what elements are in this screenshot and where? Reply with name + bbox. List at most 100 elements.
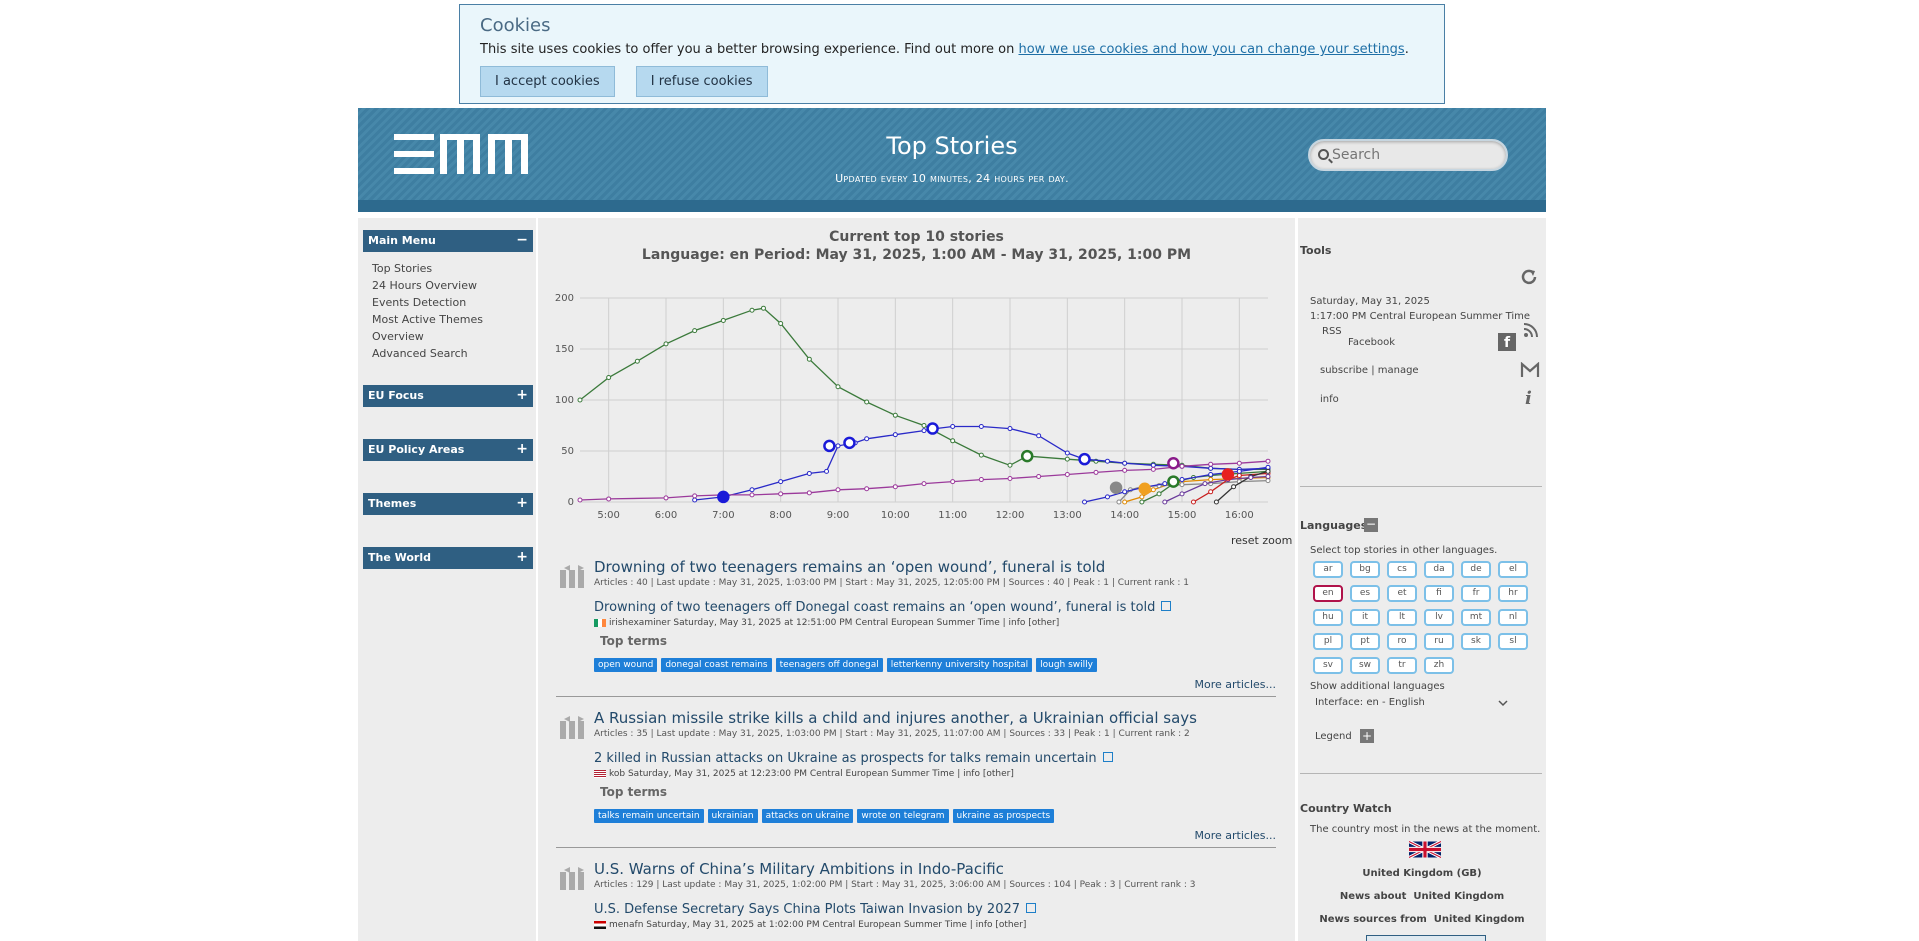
external-link-icon[interactable]	[1026, 903, 1037, 913]
expand-icon[interactable]: +	[1360, 729, 1374, 743]
story-title[interactable]: Drowning of two teenagers remains an ‘op…	[594, 558, 1105, 576]
language-option-et[interactable]: et	[1387, 585, 1417, 602]
language-option-de[interactable]: de	[1461, 561, 1491, 578]
language-option-sv[interactable]: sv	[1313, 657, 1343, 674]
facebook-icon[interactable]: f	[1498, 333, 1516, 351]
language-option-lt[interactable]: lt	[1387, 609, 1417, 626]
story-article-link[interactable]: 2 killed in Russian attacks on Ukraine a…	[594, 751, 1113, 766]
rss-icon[interactable]	[1523, 322, 1539, 338]
series-point	[1265, 474, 1271, 479]
story-cluster-icon[interactable]	[560, 715, 588, 739]
separator: |	[1371, 365, 1375, 376]
story-title[interactable]: U.S. Warns of China’s Military Ambitions…	[594, 860, 1004, 878]
collapse-icon[interactable]: −	[516, 232, 528, 248]
expand-icon[interactable]: +	[516, 441, 528, 457]
info-icon[interactable]: i	[1525, 388, 1532, 409]
story-article-link[interactable]: Drowning of two teenagers off Donegal co…	[594, 600, 1172, 615]
show-additional-languages[interactable]: Show additional languages	[1310, 681, 1445, 692]
language-option-pl[interactable]: pl	[1313, 633, 1343, 650]
interface-language[interactable]: Interface: en - English	[1315, 697, 1425, 708]
language-option-nl[interactable]: nl	[1498, 609, 1528, 626]
facebook-link[interactable]: Facebook	[1348, 337, 1395, 348]
language-option-bg[interactable]: bg	[1350, 561, 1380, 578]
term-tag[interactable]: donegal coast remains	[661, 658, 772, 672]
term-tag[interactable]: wrote on telegram	[857, 809, 949, 823]
language-option-ar[interactable]: ar	[1313, 561, 1343, 578]
language-option-it[interactable]: it	[1350, 609, 1380, 626]
language-option-ro[interactable]: ro	[1387, 633, 1417, 650]
eu-policy-areas-header[interactable]: EU Policy Areas +	[363, 439, 533, 461]
story-marker	[1109, 481, 1123, 494]
term-tag[interactable]: ukraine as prospects	[952, 809, 1055, 823]
manage-link[interactable]: manage	[1378, 365, 1419, 376]
language-option-cs[interactable]: cs	[1387, 561, 1417, 578]
themes-header[interactable]: Themes +	[363, 493, 533, 515]
refuse-cookies-button[interactable]: I refuse cookies	[635, 66, 768, 97]
story-article-title[interactable]: Drowning of two teenagers off Donegal co…	[594, 600, 1155, 615]
expand-icon[interactable]: +	[516, 549, 528, 565]
news-about-country-link[interactable]: United Kingdom	[1413, 891, 1504, 902]
the-world-header[interactable]: The World +	[363, 547, 533, 569]
expand-icon[interactable]: +	[516, 495, 528, 511]
menu-item-most-active-themes[interactable]: Most Active Themes	[372, 311, 483, 328]
language-option-zh[interactable]: zh	[1424, 657, 1454, 674]
language-option-fr[interactable]: fr	[1461, 585, 1491, 602]
term-tag[interactable]: attacks on ukraine	[761, 809, 854, 823]
country-map[interactable]	[1366, 935, 1486, 941]
menu-item-advanced-search[interactable]: Advanced Search	[372, 345, 483, 362]
language-option-lv[interactable]: lv	[1424, 609, 1454, 626]
language-option-en[interactable]: en	[1313, 585, 1343, 602]
external-link-icon[interactable]	[1161, 601, 1172, 611]
language-option-pt[interactable]: pt	[1350, 633, 1380, 650]
reset-zoom-button[interactable]: reset zoom	[1231, 534, 1292, 547]
term-tag[interactable]: lough swilly	[1036, 658, 1097, 672]
language-option-sl[interactable]: sl	[1498, 633, 1528, 650]
more-articles-link[interactable]: More articles...	[1195, 678, 1277, 691]
refresh-icon[interactable]	[1520, 268, 1538, 286]
language-option-sk[interactable]: sk	[1461, 633, 1491, 650]
menu-item-top-stories[interactable]: Top Stories	[372, 260, 483, 277]
collapse-icon[interactable]: −	[1364, 518, 1378, 532]
news-sources-country-link[interactable]: United Kingdom	[1434, 914, 1525, 925]
expand-icon[interactable]: +	[516, 387, 528, 403]
main-menu-header[interactable]: Main Menu −	[363, 230, 533, 252]
story-article-title[interactable]: U.S. Defense Secretary Says China Plots …	[594, 902, 1020, 917]
language-option-hu[interactable]: hu	[1313, 609, 1343, 626]
chevron-down-icon[interactable]	[1498, 699, 1508, 707]
menu-item-overview[interactable]: Overview	[372, 328, 483, 345]
rss-link[interactable]: RSS	[1322, 326, 1342, 337]
language-option-el[interactable]: el	[1498, 561, 1528, 578]
top-stories-chart[interactable]: 0 50 100 150 200 5:00 6:00 7:00 8:00 9:00 10:00 11:…	[538, 268, 1295, 538]
search-input[interactable]	[1332, 147, 1497, 163]
language-option-sw[interactable]: sw	[1350, 657, 1380, 674]
language-option-es[interactable]: es	[1350, 585, 1380, 602]
language-option-hr[interactable]: hr	[1498, 585, 1528, 602]
more-articles-link[interactable]: More articles...	[1195, 829, 1277, 842]
language-option-tr[interactable]: tr	[1387, 657, 1417, 674]
info-link[interactable]: info	[1320, 394, 1339, 405]
language-option-fi[interactable]: fi	[1424, 585, 1454, 602]
term-tag[interactable]: talks remain uncertain	[594, 809, 704, 823]
language-option-mt[interactable]: mt	[1461, 609, 1491, 626]
story-title[interactable]: A Russian missile strike kills a child a…	[594, 709, 1197, 727]
menu-item-events-detection[interactable]: Events Detection	[372, 294, 483, 311]
term-tag[interactable]: letterkenny university hospital	[886, 658, 1033, 672]
eu-focus-header[interactable]: EU Focus +	[363, 385, 533, 407]
series-point	[950, 438, 956, 444]
term-tag[interactable]: teenagers off donegal	[775, 658, 883, 672]
menu-item-24-hours[interactable]: 24 Hours Overview	[372, 277, 483, 294]
language-option-ru[interactable]: ru	[1424, 633, 1454, 650]
term-tag[interactable]: ukrainian	[707, 809, 758, 823]
story-article-title[interactable]: 2 killed in Russian attacks on Ukraine a…	[594, 751, 1097, 766]
external-link-icon[interactable]	[1102, 752, 1113, 762]
story-article-link[interactable]: U.S. Defense Secretary Says China Plots …	[594, 902, 1037, 917]
language-option-da[interactable]: da	[1424, 561, 1454, 578]
term-tag[interactable]: open wound	[594, 658, 658, 672]
subscribe-link[interactable]: subscribe	[1320, 365, 1368, 376]
search-box[interactable]	[1308, 139, 1508, 171]
story-cluster-icon[interactable]	[560, 564, 588, 588]
story-cluster-icon[interactable]	[560, 866, 588, 890]
cookie-policy-link[interactable]: how we use cookies and how you can chang…	[1018, 42, 1404, 57]
mail-icon[interactable]	[1520, 362, 1540, 378]
accept-cookies-button[interactable]: I accept cookies	[480, 66, 615, 97]
